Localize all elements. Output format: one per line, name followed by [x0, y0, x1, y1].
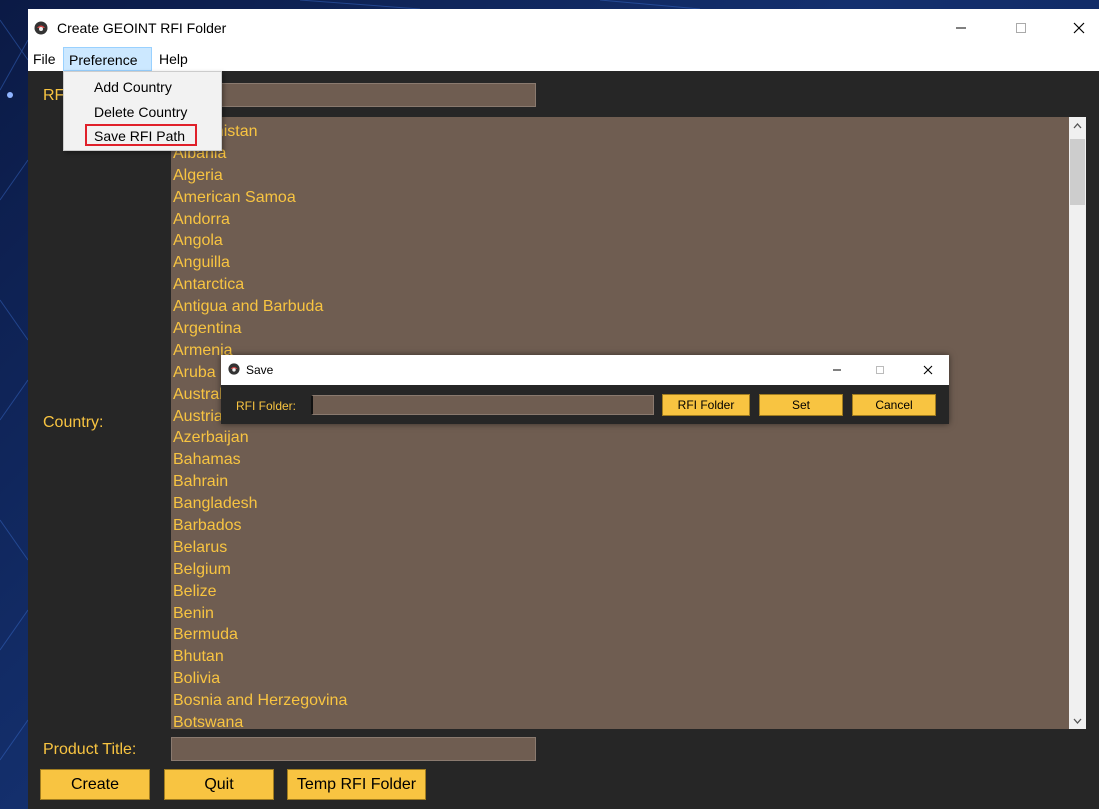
- app-icon: [228, 363, 240, 375]
- list-item[interactable]: Antigua and Barbuda: [173, 296, 347, 318]
- list-item[interactable]: Algeria: [173, 165, 347, 187]
- list-item[interactable]: Belize: [173, 581, 347, 603]
- app-icon: [34, 21, 48, 35]
- chevron-up-icon: [1073, 122, 1082, 128]
- menu-help[interactable]: Help: [154, 47, 193, 71]
- dialog-maximize-button[interactable]: [863, 355, 897, 385]
- list-item[interactable]: Barbados: [173, 515, 347, 537]
- create-button[interactable]: Create: [40, 769, 150, 800]
- rfi-folder-label: RFI Folder:: [236, 399, 297, 413]
- list-item[interactable]: Angola: [173, 230, 347, 252]
- list-item[interactable]: Bangladesh: [173, 493, 347, 515]
- country-label: Country:: [43, 414, 104, 431]
- minimize-icon: [833, 369, 841, 371]
- maximize-icon: [1016, 23, 1026, 33]
- dialog-title-bar: Save: [221, 355, 949, 385]
- title-bar: Create GEOINT RFI Folder: [28, 9, 1099, 47]
- list-item[interactable]: Azerbaijan: [173, 427, 347, 449]
- dialog-minimize-button[interactable]: [820, 355, 854, 385]
- menu-item-add-country[interactable]: Add Country: [94, 79, 172, 95]
- product-title-label: Product Title:: [43, 741, 137, 758]
- rfi-folder-button[interactable]: RFI Folder: [662, 394, 750, 416]
- list-item[interactable]: Argentina: [173, 318, 347, 340]
- list-item[interactable]: Andorra: [173, 209, 347, 231]
- list-item[interactable]: Anguilla: [173, 252, 347, 274]
- list-item[interactable]: Botswana: [173, 712, 347, 729]
- dialog-close-button[interactable]: [911, 355, 945, 385]
- list-item[interactable]: American Samoa: [173, 187, 347, 209]
- close-icon: [1073, 22, 1085, 34]
- menu-preference[interactable]: Preference: [63, 47, 152, 71]
- close-icon: [923, 365, 933, 375]
- list-item[interactable]: Bosnia and Herzegovina: [173, 690, 347, 712]
- country-scrollbar[interactable]: [1069, 117, 1086, 729]
- maximize-button[interactable]: [998, 9, 1044, 47]
- temp-rfi-folder-button[interactable]: Temp RFI Folder: [287, 769, 426, 800]
- list-item[interactable]: Bhutan: [173, 646, 347, 668]
- list-item[interactable]: Bahamas: [173, 449, 347, 471]
- menu-bar: File Preference Help: [28, 47, 1099, 71]
- save-dialog: Save RFI Folder: RFI Folder Set Cancel: [221, 355, 949, 424]
- list-item[interactable]: Antarctica: [173, 274, 347, 296]
- menu-item-save-rfi-path[interactable]: Save RFI Path: [94, 128, 185, 144]
- maximize-icon: [876, 366, 884, 374]
- dialog-title: Save: [246, 363, 274, 377]
- set-button[interactable]: Set: [759, 394, 843, 416]
- list-item[interactable]: Bolivia: [173, 668, 347, 690]
- chevron-down-icon: [1073, 718, 1082, 724]
- node-dot: [7, 92, 13, 98]
- rfi-name-input[interactable]: [171, 83, 536, 107]
- minimize-icon: [956, 27, 966, 29]
- minimize-button[interactable]: [938, 9, 984, 47]
- close-button[interactable]: [1056, 9, 1099, 47]
- rfi-folder-input[interactable]: [311, 395, 654, 415]
- window-title: Create GEOINT RFI Folder: [57, 20, 227, 36]
- menu-file[interactable]: File: [28, 47, 61, 71]
- list-item[interactable]: Bahrain: [173, 471, 347, 493]
- quit-button[interactable]: Quit: [164, 769, 274, 800]
- list-item[interactable]: Benin: [173, 603, 347, 625]
- list-item[interactable]: Belgium: [173, 559, 347, 581]
- product-title-input[interactable]: [171, 737, 536, 761]
- scroll-down-button[interactable]: [1069, 712, 1086, 729]
- menu-item-delete-country[interactable]: Delete Country: [94, 104, 187, 120]
- preference-dropdown-menu: Add Country Delete Country Save RFI Path: [63, 71, 222, 151]
- scroll-thumb[interactable]: [1070, 139, 1085, 205]
- cancel-button[interactable]: Cancel: [852, 394, 936, 416]
- scroll-up-button[interactable]: [1069, 117, 1086, 134]
- list-item[interactable]: Belarus: [173, 537, 347, 559]
- list-item[interactable]: Bermuda: [173, 624, 347, 646]
